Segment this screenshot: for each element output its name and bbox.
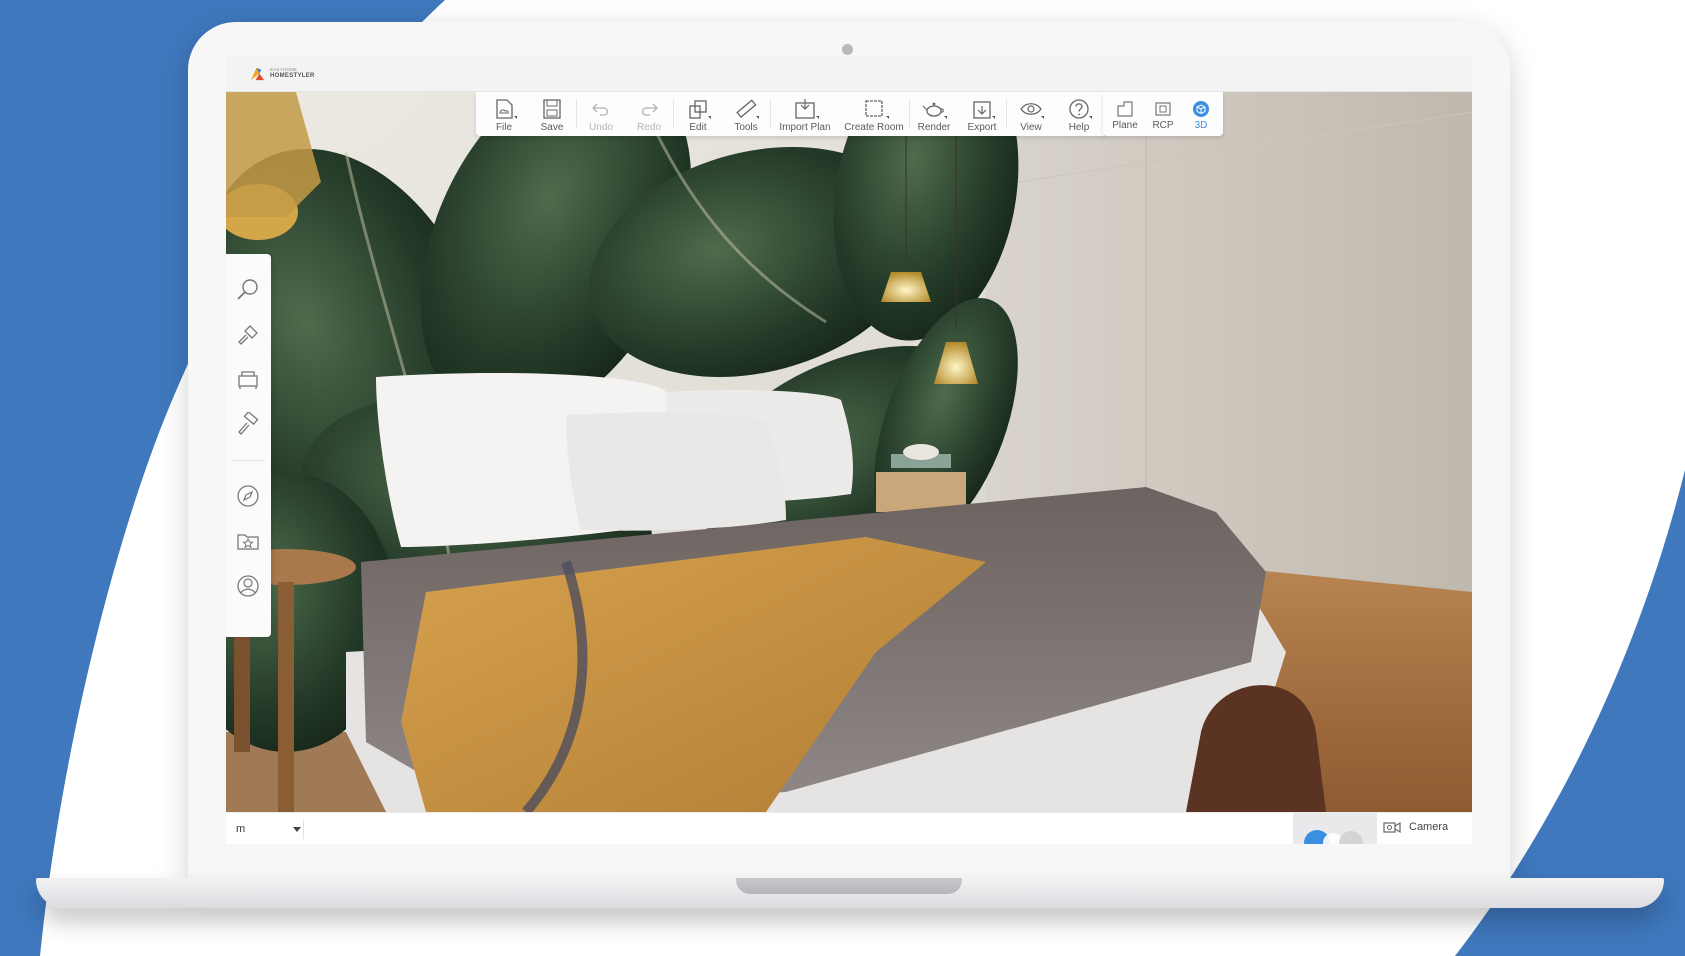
view-mode-toolbar: Plane RCP 3D (1103, 92, 1223, 136)
save-button[interactable]: Save (528, 92, 576, 136)
app-logo[interactable]: EASYHOME HOMESTYLER (250, 66, 315, 81)
camera-label: Camera (1409, 821, 1449, 833)
edit-icon (689, 100, 707, 119)
sidebar-divider (232, 460, 265, 461)
create-room-icon (865, 100, 883, 117)
create-room-label: Create Room (844, 122, 904, 133)
rcp-view-label: RCP (1152, 120, 1174, 131)
render-menu-caret (944, 116, 947, 119)
sidebar-decorate-button[interactable] (232, 409, 264, 441)
ruler-icon (736, 99, 757, 118)
3d-view-label: 3D (1194, 120, 1208, 131)
logo-icon (250, 67, 265, 81)
tools-label: Tools (734, 122, 758, 133)
redo-button[interactable]: Redo (625, 92, 673, 136)
create-room-button[interactable]: Create Room (839, 92, 909, 136)
file-button[interactable]: File (480, 92, 528, 136)
help-button[interactable]: Help (1055, 92, 1103, 136)
save-icon (543, 99, 561, 119)
sidebar-favorites-button[interactable] (232, 525, 264, 557)
3d-viewport[interactable]: File Save Undo Redo Edit Tools Import Pl… (226, 92, 1472, 812)
file-label: File (495, 122, 513, 133)
create-room-menu-caret (886, 116, 889, 119)
view-menu-caret (1041, 116, 1044, 119)
render-button[interactable]: Render (910, 92, 958, 136)
import-plan-button[interactable]: Import Plan (771, 92, 839, 136)
undo-label: Undo (589, 122, 613, 133)
file-icon (496, 99, 513, 119)
room-render (226, 92, 1472, 812)
laptop-notch (736, 878, 962, 894)
import-plan-label: Import Plan (779, 122, 831, 133)
export-label: Export (967, 122, 997, 133)
help-label: Help (1068, 122, 1090, 133)
3d-cube-icon (1193, 101, 1209, 117)
rcp-view-icon (1155, 102, 1171, 116)
file-menu-caret (514, 116, 517, 119)
plane-view-label: Plane (1112, 120, 1138, 131)
favorites-folder-icon (237, 534, 259, 550)
edit-button[interactable]: Edit (674, 92, 722, 136)
export-menu-caret (992, 116, 995, 119)
tools-menu-caret (756, 116, 759, 119)
teapot-icon (922, 102, 944, 117)
bottom-status-bar: m Camera (226, 812, 1472, 844)
paint-roller-icon (238, 412, 259, 435)
user-profile-icon (237, 575, 259, 597)
render-label: Render (917, 122, 951, 133)
undo-button[interactable]: Undo (577, 92, 625, 136)
unit-select-value: m (236, 823, 246, 835)
camera-icon (1383, 821, 1401, 834)
app-screen: EASYHOME HOMESTYLER File Save Undo Redo … (226, 57, 1472, 844)
save-label: Save (540, 122, 564, 133)
brand-name-text: HOMESTYLER (270, 72, 315, 79)
import-plan-icon (795, 99, 815, 119)
sidebar-search-button[interactable] (232, 274, 264, 306)
plane-view-icon (1117, 101, 1133, 117)
main-toolbar: File Save Undo Redo Edit Tools Import Pl… (476, 92, 1107, 136)
redo-icon (641, 103, 658, 116)
edit-menu-caret (708, 116, 711, 119)
rcp-view-button[interactable]: RCP (1144, 92, 1182, 136)
undo-icon (592, 103, 609, 116)
search-icon (237, 279, 258, 300)
help-menu-caret (1089, 116, 1092, 119)
view-compass[interactable] (1293, 813, 1377, 844)
left-sidebar (226, 254, 271, 637)
plane-view-button[interactable]: Plane (1106, 92, 1144, 136)
sidebar-navigate-button[interactable] (232, 480, 264, 512)
logo-wordmark: EASYHOME HOMESTYLER (270, 68, 315, 79)
build-tools-icon (238, 325, 258, 345)
marketing-stage: EASYHOME HOMESTYLER File Save Undo Redo … (0, 0, 1685, 956)
3d-view-button[interactable]: 3D (1182, 92, 1220, 136)
app-header: EASYHOME HOMESTYLER (226, 57, 1472, 92)
view-label: View (1020, 122, 1042, 133)
sidebar-furniture-button[interactable] (232, 364, 264, 396)
sidebar-account-button[interactable] (232, 570, 264, 602)
export-icon (973, 101, 991, 119)
sidebar-build-button[interactable] (232, 319, 264, 351)
redo-label: Redo (637, 122, 661, 133)
view-button[interactable]: View (1007, 92, 1055, 136)
camera-button[interactable]: Camera (1383, 820, 1448, 834)
eye-icon (1020, 103, 1042, 115)
webcam (842, 44, 853, 55)
tools-button[interactable]: Tools (722, 92, 770, 136)
import-plan-menu-caret (816, 116, 819, 119)
compass-icon (237, 485, 259, 507)
edit-label: Edit (689, 122, 707, 133)
export-button[interactable]: Export (958, 92, 1006, 136)
help-icon (1069, 99, 1089, 119)
furniture-icon (238, 371, 258, 389)
unit-select[interactable]: m (234, 819, 304, 839)
compass-widget-icon (1304, 830, 1363, 844)
chevron-down-icon (293, 826, 301, 832)
